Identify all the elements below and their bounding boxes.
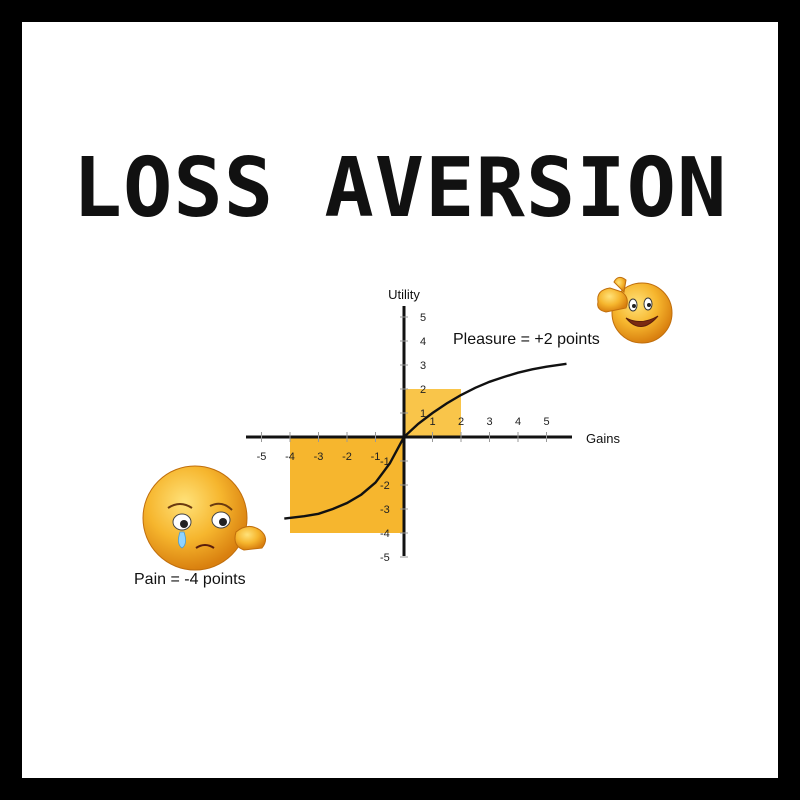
crying-smiley-icon (142, 465, 266, 571)
x-tick-label: -4 (285, 451, 295, 463)
y-tick-label: -3 (380, 504, 390, 516)
y-tick-label: 4 (420, 336, 426, 348)
x-tick-label: 4 (515, 416, 521, 428)
x-tick-label: -5 (257, 451, 267, 463)
y-tick-label: 3 (420, 360, 426, 372)
x-axis-label: Gains (586, 431, 620, 446)
x-tick-label: 2 (458, 416, 464, 428)
x-tick-label: -3 (314, 451, 324, 463)
pleasure-annotation: Pleasure = +2 points (453, 331, 600, 348)
y-tick-label: -5 (380, 552, 390, 564)
x-tick-label: 5 (543, 416, 549, 428)
loss-aversion-chart: -5 -4 -3 -2 -11 2 3 4 5-5-4-3-2-112345 Gains Uti… (134, 276, 673, 588)
y-tick-label: -2 (380, 480, 390, 492)
y-tick-label: -4 (380, 528, 390, 540)
y-axis-label: Utility (388, 287, 420, 302)
pain-annotation: Pain = -4 points (134, 571, 246, 588)
x-tick-label: 3 (486, 416, 492, 428)
x-tick-label: -1 (371, 451, 381, 463)
x-tick-label: -2 (342, 451, 352, 463)
thumbs-up-smiley-icon (597, 276, 673, 344)
y-tick-label: 5 (420, 312, 426, 324)
x-tick-label: 1 (429, 416, 435, 428)
y-tick-label: 2 (420, 384, 426, 396)
